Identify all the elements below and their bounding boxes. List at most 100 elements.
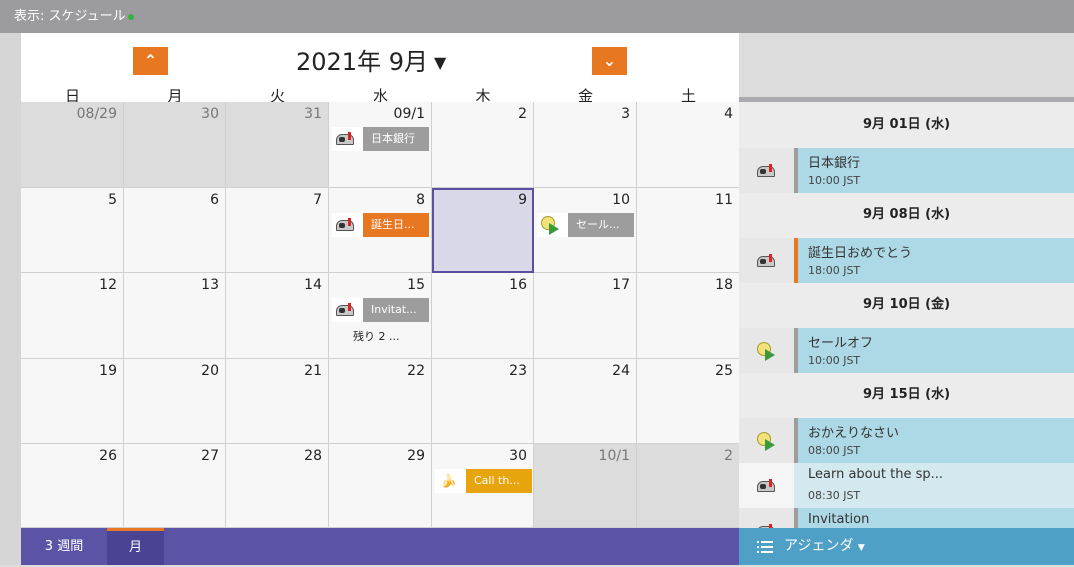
day-cell[interactable]: 16	[432, 273, 534, 359]
month-view-button[interactable]: 月	[107, 528, 164, 565]
mailbox-icon	[756, 478, 777, 493]
day-cell[interactable]: 29	[329, 444, 432, 528]
day-cell[interactable]: 6	[124, 188, 226, 273]
day-number: 08/29	[76, 106, 117, 122]
day-cell[interactable]: 27	[124, 444, 226, 528]
mailbox-icon	[336, 218, 356, 232]
more-events-link[interactable]: 残り 2 ...	[353, 328, 399, 344]
day-cell[interactable]: 28	[226, 444, 329, 528]
day-number: 8	[416, 192, 425, 208]
day-cell[interactable]: 8 誕生日...	[329, 188, 432, 273]
agenda-item[interactable]: 日本銀行 10:00 JST	[739, 148, 1074, 193]
event-label: Call th...	[466, 469, 532, 493]
day-cell[interactable]: 7	[226, 188, 329, 273]
agenda-item-title: 日本銀行	[808, 156, 861, 171]
caret-down-icon: ▼	[433, 53, 447, 72]
agenda-item-time: 08:30 JST	[808, 489, 861, 502]
day-cell[interactable]: 23	[432, 359, 534, 444]
day-number: 28	[304, 448, 322, 464]
agenda-item-title: おかえりなさい	[808, 426, 900, 441]
lightbulb-icon	[756, 341, 778, 361]
day-cell[interactable]: 19	[21, 359, 124, 444]
chevron-up-icon: ⌃	[143, 51, 158, 70]
agenda-item[interactable]: おかえりなさい 08:00 JST	[739, 418, 1074, 463]
event-icon-wrap: 🍌	[435, 469, 463, 493]
agenda-item-time: 10:00 JST	[808, 354, 861, 367]
agenda-item-body: 誕生日おめでとう 18:00 JST	[798, 238, 1074, 283]
day-cell[interactable]: 12	[21, 273, 124, 359]
event-icon-wrap	[537, 213, 565, 237]
mailbox-icon	[756, 163, 777, 178]
day-cell[interactable]: 10/1	[534, 444, 637, 528]
event-icon-wrap	[332, 298, 360, 322]
agenda-date-header: 9月 08日 (水)	[862, 207, 951, 222]
view-label[interactable]: 表示: スケジュール	[14, 9, 126, 24]
agenda-item-title: Learn about the sp...	[808, 467, 943, 482]
month-grid: 08/29 30 31 09/1 日本銀行 2 3 4 5 6 7 8 誕生日... 9 10 セール... 1…	[21, 102, 739, 528]
day-cell[interactable]: 15 Invitat... 残り 2 ...	[329, 273, 432, 359]
day-number: 9	[518, 192, 527, 208]
day-number: 14	[304, 277, 322, 293]
day-number: 11	[715, 192, 733, 208]
agenda-item[interactable]: Learn about the sp... 08:30 JST	[739, 463, 1074, 508]
agenda-item[interactable]: Invitation	[739, 508, 1074, 528]
agenda-item-time: 10:00 JST	[808, 174, 861, 187]
agenda-item[interactable]: セールオフ 10:00 JST	[739, 328, 1074, 373]
day-cell[interactable]: 21	[226, 359, 329, 444]
day-cell[interactable]: 4	[637, 102, 739, 188]
day-cell[interactable]: 22	[329, 359, 432, 444]
agenda-item[interactable]: 誕生日おめでとう 18:00 JST	[739, 238, 1074, 283]
day-number: 09/1	[393, 106, 425, 122]
day-cell[interactable]: 14	[226, 273, 329, 359]
day-cell-today[interactable]: 9	[432, 188, 534, 273]
day-number: 10	[612, 192, 630, 208]
next-month-button[interactable]: ⌄	[592, 47, 627, 75]
left-strip	[0, 33, 21, 565]
three-week-view-button[interactable]: 3 週間	[21, 528, 107, 565]
day-cell[interactable]: 11	[637, 188, 739, 273]
caret-down-icon: ▼	[857, 543, 865, 553]
agenda-item-body: 日本銀行 10:00 JST	[798, 148, 1074, 193]
event-label: 誕生日...	[363, 213, 429, 237]
event-label: Invitat...	[363, 298, 429, 322]
calendar-event[interactable]: 日本銀行	[332, 127, 429, 151]
day-number: 13	[201, 277, 219, 293]
calendar-event[interactable]: Invitat...	[332, 298, 429, 322]
day-cell[interactable]: 25	[637, 359, 739, 444]
agenda-icon-wrap	[739, 508, 794, 528]
day-number: 2	[724, 448, 733, 464]
day-cell[interactable]: 08/29	[21, 102, 124, 188]
month-title[interactable]: 2021年 9月 ▼	[296, 47, 446, 78]
day-cell[interactable]: 24	[534, 359, 637, 444]
day-cell[interactable]: 10 セール...	[534, 188, 637, 273]
agenda-panel: 9月 01日 (水) 日本銀行 10:00 JST 9月 08日 (水) 誕生日おめでと…	[739, 97, 1074, 528]
day-cell[interactable]: 30 🍌 Call th...	[432, 444, 534, 528]
day-cell[interactable]: 2	[432, 102, 534, 188]
day-cell[interactable]: 17	[534, 273, 637, 359]
calendar-event[interactable]: 🍌 Call th...	[435, 469, 532, 493]
event-icon-wrap	[332, 127, 360, 151]
day-number: 23	[509, 363, 527, 379]
day-cell[interactable]: 09/1 日本銀行	[329, 102, 432, 188]
day-cell[interactable]: 3	[534, 102, 637, 188]
day-number: 15	[407, 277, 425, 293]
day-cell[interactable]: 5	[21, 188, 124, 273]
agenda-item-title: 誕生日おめでとう	[808, 246, 913, 261]
day-cell[interactable]: 18	[637, 273, 739, 359]
agenda-date-header: 9月 10日 (金)	[862, 297, 951, 312]
view-selector-bar[interactable]: 表示: スケジュール	[0, 0, 1074, 33]
month-title-text: 2021年 9月	[296, 48, 428, 76]
day-cell[interactable]: 2	[637, 444, 739, 528]
day-cell[interactable]: 13	[124, 273, 226, 359]
day-cell[interactable]: 20	[124, 359, 226, 444]
day-cell[interactable]: 26	[21, 444, 124, 528]
calendar-event[interactable]: 誕生日...	[332, 213, 429, 237]
day-cell[interactable]: 30	[124, 102, 226, 188]
prev-month-button[interactable]: ⌃	[133, 47, 168, 75]
agenda-item-time: 18:00 JST	[808, 264, 861, 277]
agenda-view-button[interactable]: アジェンダ ▼	[739, 528, 1074, 565]
day-cell[interactable]: 31	[226, 102, 329, 188]
calendar-event[interactable]: セール...	[537, 213, 634, 237]
day-number: 21	[304, 363, 322, 379]
day-number: 5	[108, 192, 117, 208]
